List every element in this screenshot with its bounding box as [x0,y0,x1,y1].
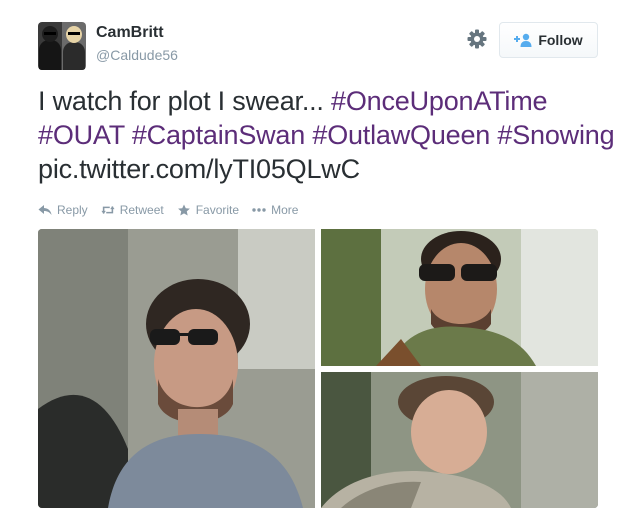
reply-label: Reply [57,203,88,217]
media-grid [38,229,598,508]
gear-icon[interactable] [466,28,488,50]
photo-bottom-right[interactable] [321,372,598,508]
avatar-figure-right [63,42,85,70]
star-icon [177,204,190,216]
avatar-sunglasses-left [44,32,56,35]
avatar-sunglasses-right [68,32,80,35]
ellipsis-icon [252,208,266,212]
user-handle[interactable]: @Caldude56 [96,47,178,63]
hashtag-captainswan[interactable]: #CaptainSwan [132,120,305,150]
display-name[interactable]: CamBritt [96,24,164,42]
hashtag-snowing[interactable]: #Snowing [497,120,614,150]
photo-top-right[interactable] [321,229,598,366]
tweet-body: I watch for plot I swear... [38,86,332,116]
retweet-icon [101,206,115,214]
retweet-label: Retweet [119,203,164,217]
hashtag-ouat[interactable]: #OUAT [38,120,125,150]
media-link[interactable]: pic.twitter.com/lyTI05QLwC [38,154,360,184]
more-button[interactable]: More [252,203,298,217]
follow-button[interactable]: Follow [499,22,598,58]
retweet-button[interactable]: Retweet [101,203,164,217]
avatar[interactable] [38,22,86,70]
hashtag-outlawqueen[interactable]: #OutlawQueen [312,120,490,150]
hashtag-onceuponatime[interactable]: #OnceUponATime [331,86,548,116]
reply-icon [38,205,52,215]
avatar-figure-left [39,40,61,70]
favorite-label: Favorite [195,203,240,217]
photo-main[interactable] [38,229,315,508]
tweet-actions: Reply Retweet Favorite More [38,201,311,219]
tweet-text: I watch for plot I swear... #OnceUponATi… [38,84,618,186]
follow-label: Follow [538,32,583,48]
person-add-icon [514,33,532,47]
favorite-button[interactable]: Favorite [177,203,239,217]
more-label: More [271,203,299,217]
reply-button[interactable]: Reply [38,203,88,217]
